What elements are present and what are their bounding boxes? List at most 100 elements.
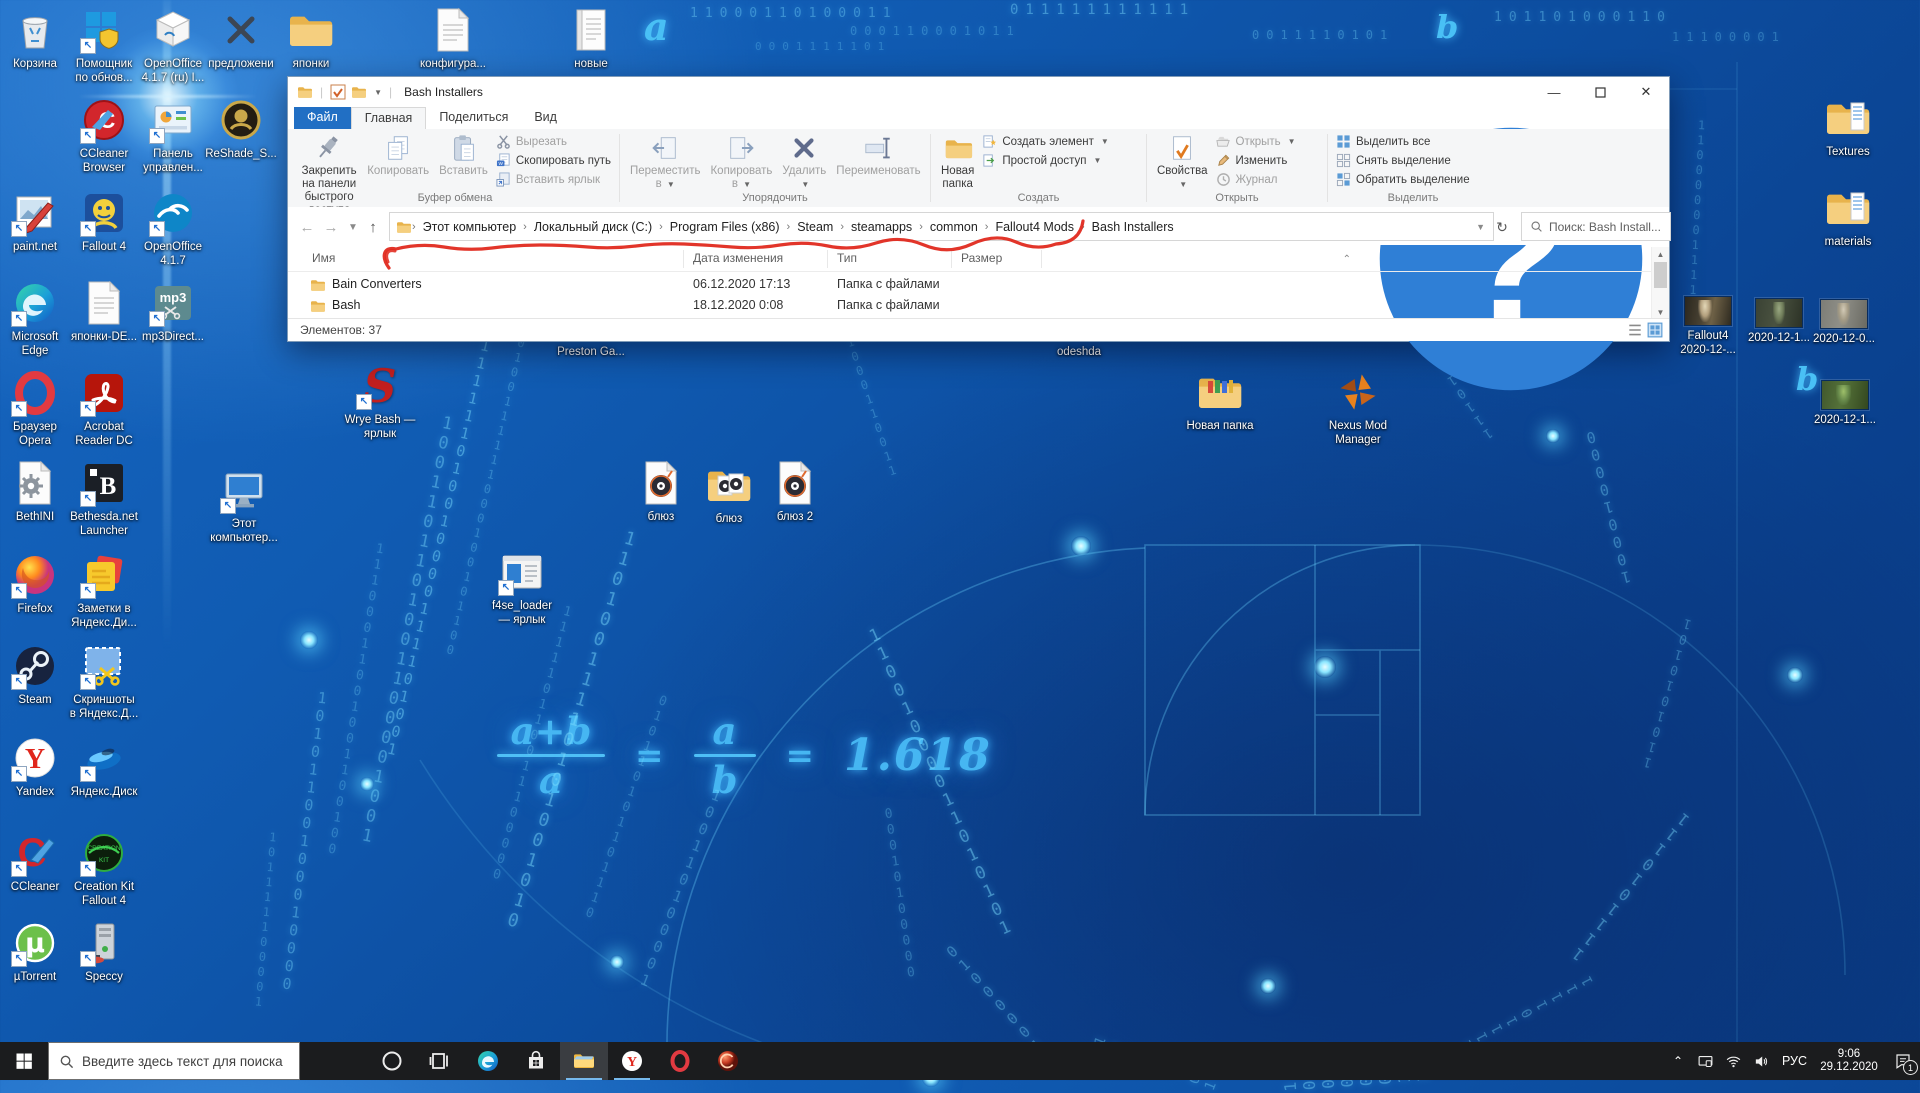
icon-yandex-notes[interactable]: ↖Заметки в Яндекс.Ди... bbox=[58, 551, 150, 630]
move-to-button[interactable]: Переместить в ▼ bbox=[625, 131, 705, 193]
scroll-up-icon[interactable]: ▲ bbox=[1652, 247, 1669, 261]
copy-to-button[interactable]: Копировать в ▼ bbox=[705, 131, 777, 193]
scrollbar[interactable]: ▲ ▼ bbox=[1651, 247, 1669, 319]
wifi-icon[interactable] bbox=[1723, 1042, 1745, 1080]
icon-creation-kit[interactable]: CREATIONKIT↖Creation Kit Fallout 4 bbox=[58, 829, 150, 908]
icon-yandex-disk[interactable]: ↖Яндекс.Диск bbox=[58, 734, 150, 799]
file-row-bain-converters[interactable]: Bain Converters 06.12.2020 17:13 Папка с… bbox=[288, 274, 1652, 296]
tray-chevron-up-icon[interactable]: ⌃ bbox=[1667, 1042, 1689, 1080]
icon-shot-0[interactable]: 2020-12-0... bbox=[1798, 299, 1890, 346]
breadcrumb-bash-installers[interactable]: Bash Installers bbox=[1085, 220, 1181, 234]
icon-textures[interactable]: Textures bbox=[1802, 94, 1894, 159]
cut-button[interactable]: Вырезать bbox=[493, 132, 614, 151]
paste-shortcut-button[interactable]: Вставить ярлык bbox=[493, 170, 614, 189]
column-header-date[interactable]: Дата изменения bbox=[693, 251, 783, 265]
icon-novaya-papka[interactable]: Новая папка bbox=[1174, 368, 1266, 433]
address-bar[interactable]: › Этот компьютер› Локальный диск (C:)› P… bbox=[389, 212, 1494, 241]
scroll-down-icon[interactable]: ▼ bbox=[1652, 305, 1669, 319]
explorer-window[interactable]: | ▼ | Bash Installers — ✕ Файл Главная П… bbox=[287, 76, 1670, 342]
taskbar-cortana[interactable] bbox=[368, 1042, 416, 1080]
icon-bethesda-launcher[interactable]: B↖Bethesda.net Launcher bbox=[58, 459, 150, 538]
checkbox-icon[interactable] bbox=[330, 84, 346, 100]
taskbar-browser-sphere[interactable] bbox=[704, 1042, 752, 1080]
thumbnails-view-button[interactable] bbox=[1647, 322, 1663, 338]
taskbar-explorer[interactable] bbox=[560, 1042, 608, 1080]
icon-blues2-file[interactable]: блюз 2 bbox=[749, 459, 841, 524]
select-none-button[interactable]: Снять выделение bbox=[1333, 151, 1473, 170]
icon-preston[interactable]: Preston Ga... bbox=[545, 342, 637, 359]
scroll-thumb[interactable] bbox=[1654, 262, 1667, 288]
folder-icon[interactable] bbox=[351, 84, 367, 100]
chevron-down-icon[interactable]: ▼ bbox=[374, 88, 382, 97]
invert-selection-button[interactable]: Обратить выделение bbox=[1333, 170, 1473, 189]
file-row-bash[interactable]: Bash 18.12.2020 0:08 Папка с файлами bbox=[288, 295, 1652, 317]
icon-acrobat[interactable]: ↖Acrobat Reader DC bbox=[58, 369, 150, 448]
taskbar-edge[interactable] bbox=[464, 1042, 512, 1080]
breadcrumb-steamapps[interactable]: steamapps bbox=[844, 220, 919, 234]
icon-odeshda[interactable]: odeshda bbox=[1033, 342, 1125, 359]
language-indicator[interactable]: РУС bbox=[1779, 1054, 1810, 1068]
icon-this-pc[interactable]: ↖Этот компьютер... bbox=[198, 466, 290, 545]
copy-button[interactable]: Копировать bbox=[362, 131, 434, 180]
refresh-button[interactable]: ↻ bbox=[1491, 216, 1513, 238]
notification-center-icon[interactable]: 1 bbox=[1888, 1042, 1918, 1080]
easy-access-button[interactable]: Простой доступ▼ bbox=[979, 151, 1111, 170]
breadcrumb-common[interactable]: common bbox=[923, 220, 985, 234]
tab-view[interactable]: Вид bbox=[521, 107, 570, 129]
up-button[interactable]: ↑ bbox=[362, 216, 384, 238]
pin-to-quick-access-button[interactable]: Закрепить на панели быстрого доступа bbox=[296, 131, 362, 219]
icon-speccy[interactable]: ↖Speccy bbox=[58, 919, 150, 984]
breadcrumb-program-files[interactable]: Program Files (x86) bbox=[663, 220, 787, 234]
cast-device-icon[interactable] bbox=[1695, 1042, 1717, 1080]
new-folder-button[interactable]: Новая папка bbox=[936, 131, 979, 193]
properties-button[interactable]: Свойства ▼ bbox=[1152, 131, 1213, 193]
delete-button[interactable]: Удалить ▼ bbox=[777, 131, 831, 193]
address-dropdown-icon[interactable]: ▼ bbox=[1476, 222, 1485, 232]
search-box[interactable]: Поиск: Bash Install... bbox=[1521, 212, 1671, 241]
column-header-name[interactable]: Имя bbox=[312, 251, 335, 265]
taskbar-store[interactable] bbox=[512, 1042, 560, 1080]
maximize-button[interactable] bbox=[1577, 77, 1623, 107]
title-bar[interactable]: | ▼ | Bash Installers — ✕ bbox=[288, 77, 1669, 107]
recent-locations-icon[interactable]: ▼ bbox=[342, 216, 364, 238]
volume-icon[interactable] bbox=[1751, 1042, 1773, 1080]
breadcrumb-local-disk[interactable]: Локальный диск (C:) bbox=[527, 220, 659, 234]
icon-konfigura[interactable]: конфигура... bbox=[407, 6, 499, 71]
start-button[interactable] bbox=[0, 1042, 48, 1080]
taskbar-yandex-browser[interactable]: Y bbox=[608, 1042, 656, 1080]
clock[interactable]: 9:06 29.12.2020 bbox=[1816, 1048, 1882, 1074]
edit-button[interactable]: Изменить bbox=[1213, 151, 1299, 170]
folder-icon[interactable] bbox=[297, 84, 313, 100]
rename-button[interactable]: Переименовать bbox=[831, 131, 925, 180]
back-button[interactable]: ← bbox=[296, 216, 318, 238]
icon-yaponki-folder[interactable]: японки bbox=[265, 6, 357, 71]
copy-path-button[interactable]: WСкопировать путь bbox=[493, 151, 614, 170]
icon-novye[interactable]: новые bbox=[545, 6, 637, 71]
select-all-button[interactable]: Выделить все bbox=[1333, 132, 1473, 151]
icon-materials[interactable]: materials bbox=[1802, 184, 1894, 249]
tab-home[interactable]: Главная bbox=[351, 107, 427, 129]
column-header-type[interactable]: Тип bbox=[837, 251, 857, 265]
icon-f4se-loader[interactable]: ↖f4se_loader — ярлык bbox=[476, 548, 568, 627]
open-button[interactable]: Открыть▼ bbox=[1213, 132, 1299, 151]
icon-reshade[interactable]: ReShade_S... bbox=[195, 96, 287, 161]
minimize-button[interactable]: — bbox=[1531, 77, 1577, 107]
forward-button[interactable]: → bbox=[320, 216, 342, 238]
icon-openoffice[interactable]: ↖OpenOffice 4.1.7 bbox=[127, 189, 219, 268]
icon-wrye-bash[interactable]: S↖Wrye Bash — ярлык bbox=[334, 362, 426, 441]
tab-share[interactable]: Поделиться bbox=[426, 107, 521, 129]
new-item-button[interactable]: Создать элемент▼ bbox=[979, 132, 1111, 151]
icon-yandex-screenshots[interactable]: ↖Скриншоты в Яндекс.Д... bbox=[58, 642, 150, 721]
paste-button[interactable]: Вставить bbox=[434, 131, 493, 180]
breadcrumb-this-pc[interactable]: Этот компьютер bbox=[416, 220, 523, 234]
column-header-size[interactable]: Размер bbox=[961, 251, 1002, 265]
taskbar-search-input[interactable]: Введите здесь текст для поиска bbox=[48, 1042, 300, 1080]
history-button[interactable]: Журнал bbox=[1213, 170, 1299, 189]
close-button[interactable]: ✕ bbox=[1623, 77, 1669, 107]
taskbar-opera[interactable] bbox=[656, 1042, 704, 1080]
taskbar-task-view[interactable] bbox=[416, 1042, 464, 1080]
icon-mp3directcut[interactable]: mp3↖mp3Direct... bbox=[127, 279, 219, 344]
icon-shot-2[interactable]: 2020-12-1... bbox=[1799, 380, 1891, 427]
breadcrumb-fallout4-mods[interactable]: Fallout4 Mods bbox=[988, 220, 1081, 234]
details-view-button[interactable] bbox=[1627, 322, 1643, 338]
